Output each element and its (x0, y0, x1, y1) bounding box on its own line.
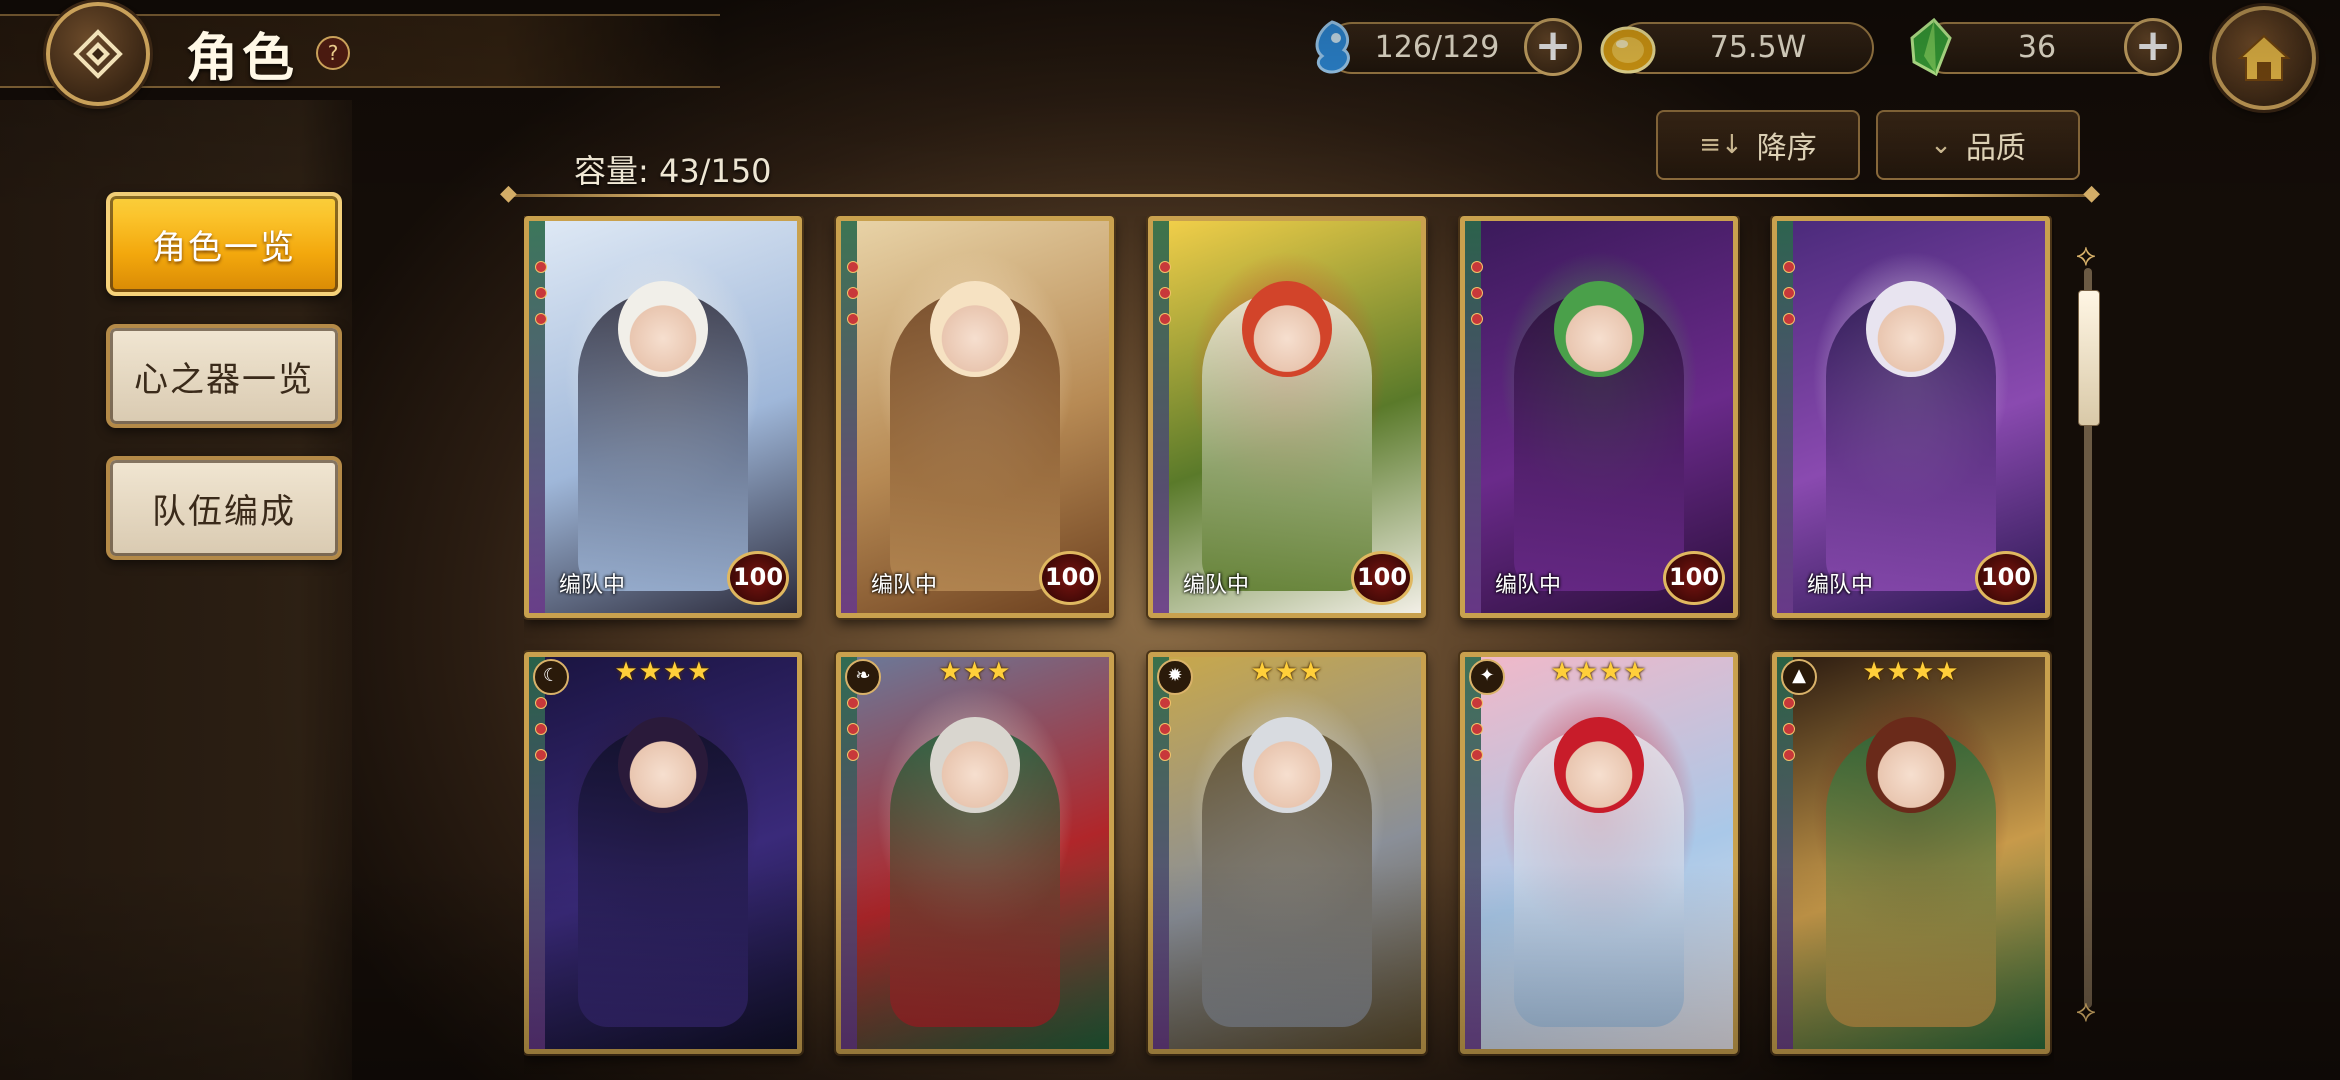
character-card[interactable]: ✹ ★★★ (1148, 652, 1426, 1054)
level-badge: 100 (727, 551, 789, 605)
gem-value: 36 (2017, 30, 2057, 65)
stamina-value: 126/129 (1374, 30, 1500, 65)
character-card[interactable]: ☾ ★★★★ (524, 652, 802, 1054)
rarity-stars: ★★★ (938, 657, 1012, 687)
home-icon (2237, 34, 2291, 81)
character-grid: 编队中 100 编队中 100 编队中 100 编队中 100 编队中 100 ☾ ★★★★ ❧ ★★★ ✹… (524, 216, 2054, 1080)
character-head (1866, 281, 1956, 377)
character-card[interactable]: ▲ ★★★★ (1772, 652, 2050, 1054)
rarity-stars: ★★★★ (1862, 657, 1960, 687)
quality-filter-label: 品质 (1965, 131, 2026, 166)
character-card[interactable]: 编队中 100 (1772, 216, 2050, 618)
page-title: 角色 (186, 29, 299, 89)
rank-gems (1159, 697, 1171, 775)
rank-gems (1471, 261, 1483, 339)
character-head (1554, 281, 1644, 377)
character-head (1554, 717, 1644, 813)
divider (500, 181, 2100, 206)
capacity-label: 容量: 43/150 (574, 152, 772, 190)
character-head (1242, 717, 1332, 813)
rank-gems (535, 261, 547, 339)
gem-counter: 36 + (1910, 17, 2182, 77)
character-head (930, 281, 1020, 377)
rank-gems (535, 697, 547, 775)
rank-gems (1783, 261, 1795, 339)
gem-plus-button[interactable]: + (2124, 18, 2182, 76)
game-screen: 角色 ? 126/129 + 75.5W 36 + 角色一览 心之器一览 队伍编… (0, 0, 2340, 1080)
rarity-stars: ★★★★ (1550, 657, 1648, 687)
help-icon[interactable]: ? (316, 36, 350, 70)
level-badge: 100 (1039, 551, 1101, 605)
stamina-counter: 126/129 + (1315, 18, 1582, 76)
gold-value: 75.5W (1709, 30, 1807, 65)
rank-gems (1471, 697, 1483, 775)
nav-heart-vessel-list[interactable]: 心之器一览 (106, 324, 342, 428)
level-badge: 100 (1975, 551, 2037, 605)
level-badge: 100 (1663, 551, 1725, 605)
back-diamond-icon (73, 29, 123, 79)
character-head (1866, 717, 1956, 813)
back-button[interactable] (46, 2, 150, 106)
character-card[interactable]: 编队中 100 (836, 216, 1114, 618)
in-team-label: 编队中 (1495, 573, 1562, 598)
in-team-label: 编队中 (559, 573, 626, 598)
gold-counter: 75.5W (1600, 22, 1874, 74)
character-card[interactable]: ❧ ★★★ (836, 652, 1114, 1054)
character-card[interactable]: 编队中 100 (1148, 216, 1426, 618)
home-button[interactable] (2212, 6, 2316, 110)
rank-gems (1159, 261, 1171, 339)
gold-coin-icon (1600, 26, 1656, 74)
character-head (1242, 281, 1332, 377)
character-head (930, 717, 1020, 813)
in-team-label: 编队中 (871, 573, 938, 598)
sort-icon: ≡↓ (1699, 130, 1743, 160)
rarity-stars: ★★★ (1250, 657, 1324, 687)
rank-gems (1783, 697, 1795, 775)
rank-gems (847, 697, 859, 775)
sort-order-button[interactable]: ≡↓ 降序 (1656, 110, 1860, 180)
nav-character-list[interactable]: 角色一览 (106, 192, 342, 296)
character-card[interactable]: 编队中 100 (1460, 216, 1738, 618)
blue-spirit-icon (1315, 20, 1350, 74)
chevron-down-icon: ⌄ (1930, 130, 1952, 160)
green-crystal-icon (1910, 17, 1952, 77)
character-card[interactable]: 编队中 100 (524, 216, 802, 618)
sort-order-label: 降序 (1756, 131, 1817, 166)
in-team-label: 编队中 (1807, 573, 1874, 598)
in-team-label: 编队中 (1183, 573, 1250, 598)
rarity-stars: ★★★★ (614, 657, 712, 687)
level-badge: 100 (1351, 551, 1413, 605)
scrollbar-thumb[interactable] (2078, 290, 2100, 426)
scroll-bottom-cap-icon: ⟡ (2076, 994, 2096, 1029)
character-card[interactable]: ✦ ★★★★ (1460, 652, 1738, 1054)
stamina-plus-button[interactable]: + (1524, 18, 1582, 76)
rank-gems (847, 261, 859, 339)
character-head (618, 717, 708, 813)
character-head (618, 281, 708, 377)
nav-team-formation[interactable]: 队伍编成 (106, 456, 342, 560)
quality-filter-button[interactable]: ⌄ 品质 (1876, 110, 2080, 180)
